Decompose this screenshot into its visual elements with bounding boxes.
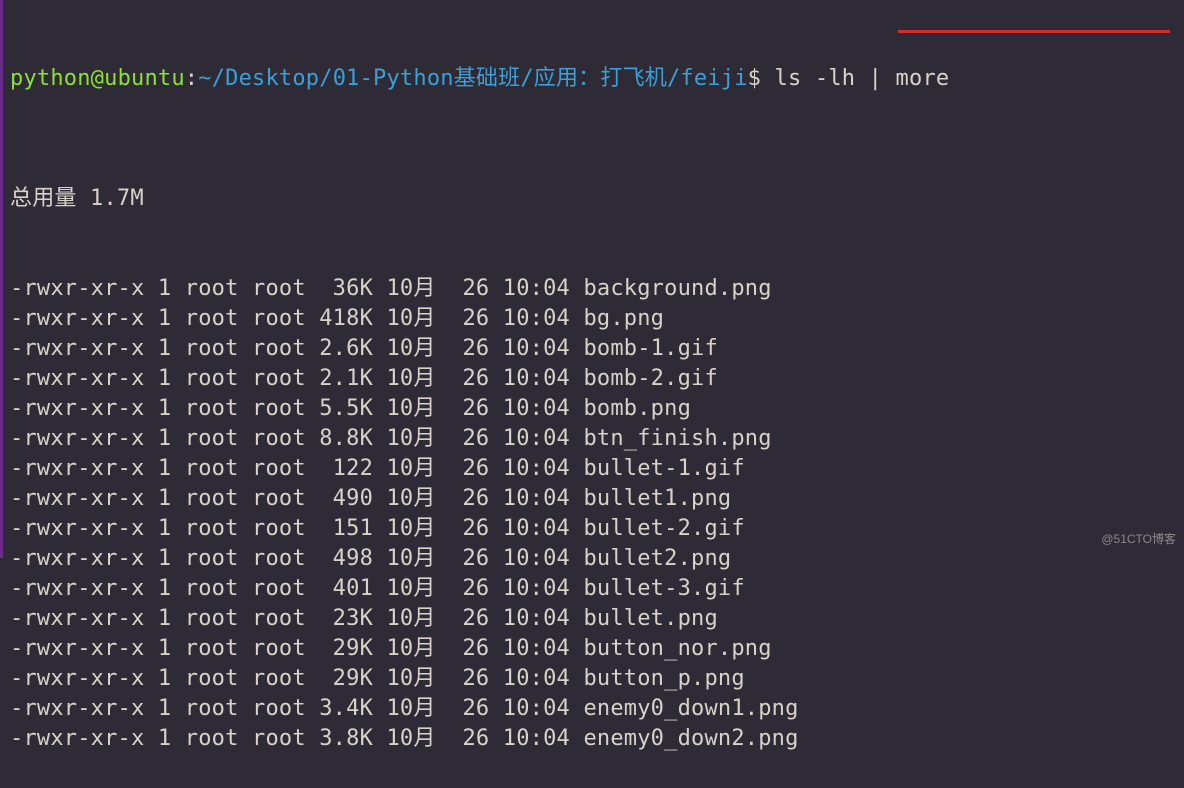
list-item: -rwxr-xr-x 1 root root 36K 10月 26 10:04 … [10,274,1176,304]
list-item: -rwxr-xr-x 1 root root 29K 10月 26 10:04 … [10,664,1176,694]
list-item: -rwxr-xr-x 1 root root 29K 10月 26 10:04 … [10,634,1176,664]
file-listing: -rwxr-xr-x 1 root root 36K 10月 26 10:04 … [10,274,1176,754]
prompt-user: python [10,66,91,91]
terminal-output[interactable]: python@ubuntu:~/Desktop/01-Python基础班/应用：… [0,0,1184,788]
total-line: 总用量 1.7M [10,184,1176,214]
prompt-at: @ [91,66,104,91]
prompt-line: python@ubuntu:~/Desktop/01-Python基础班/应用：… [10,64,1176,94]
watermark: @51CTO博客 [1101,524,1176,554]
list-item: -rwxr-xr-x 1 root root 2.6K 10月 26 10:04… [10,334,1176,364]
list-item: -rwxr-xr-x 1 root root 8.8K 10月 26 10:04… [10,424,1176,454]
list-item: -rwxr-xr-x 1 root root 2.1K 10月 26 10:04… [10,364,1176,394]
list-item: -rwxr-xr-x 1 root root 498 10月 26 10:04 … [10,544,1176,574]
prompt-dollar: $ [748,66,761,91]
prompt-colon: : [185,66,198,91]
command-underline [898,30,1170,33]
list-item: -rwxr-xr-x 1 root root 5.5K 10月 26 10:04… [10,394,1176,424]
list-item: -rwxr-xr-x 1 root root 418K 10月 26 10:04… [10,304,1176,334]
list-item: -rwxr-xr-x 1 root root 3.4K 10月 26 10:04… [10,694,1176,724]
list-item: -rwxr-xr-x 1 root root 490 10月 26 10:04 … [10,484,1176,514]
prompt-command: ls -lh | more [775,66,950,91]
prompt-path-cjk: 基础班/应用：打飞机 [454,66,667,91]
list-item: -rwxr-xr-x 1 root root 23K 10月 26 10:04 … [10,604,1176,634]
prompt-path-suffix: /feiji [667,66,748,91]
prompt-path-prefix: ~/Desktop/01-Python [198,66,453,91]
list-item: -rwxr-xr-x 1 root root 151 10月 26 10:04 … [10,514,1176,544]
prompt-host: ubuntu [104,66,185,91]
list-item: -rwxr-xr-x 1 root root 401 10月 26 10:04 … [10,574,1176,604]
list-item: -rwxr-xr-x 1 root root 122 10月 26 10:04 … [10,454,1176,484]
list-item: -rwxr-xr-x 1 root root 3.8K 10月 26 10:04… [10,724,1176,754]
